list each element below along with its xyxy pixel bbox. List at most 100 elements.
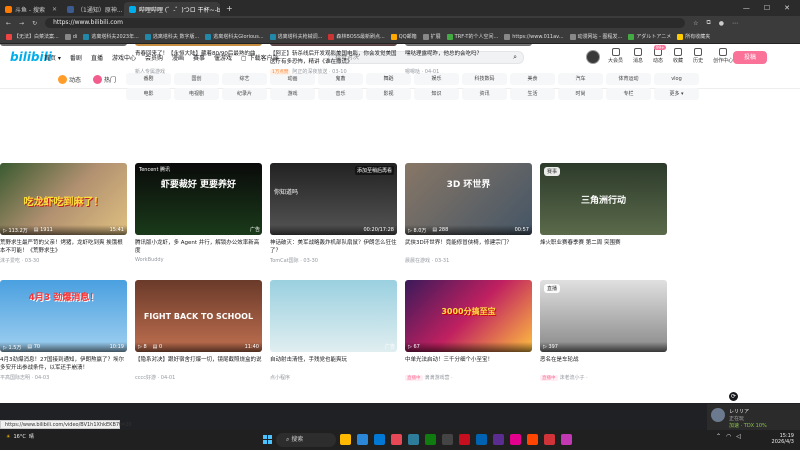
video-owner[interactable]: WorkBuddy xyxy=(135,257,164,263)
video-thumbnail[interactable]: FIGHT BACK TO SCHOOL ▷ 8 ▤ 0 11:40 xyxy=(135,280,262,352)
channel-pill[interactable]: 电影 xyxy=(126,88,171,100)
upload-button[interactable]: 投稿 xyxy=(733,51,767,64)
wifi-icon[interactable]: ◠ xyxy=(726,433,731,440)
nav-item[interactable]: 番剧 xyxy=(70,53,82,62)
bookmark-item[interactable]: 扩展 xyxy=(422,33,441,40)
video-title[interactable]: 腾讯版小龙虾，多 Agent 并行，解锁办公效率新高度 xyxy=(135,239,262,255)
video-owner[interactable]: 沫子爱吃 · 03-30 xyxy=(0,257,39,264)
channel-pill[interactable]: 纪录片 xyxy=(222,88,267,100)
video-thumbnail[interactable] xyxy=(0,44,127,46)
chevron-up-icon[interactable]: ⌃ xyxy=(716,433,721,440)
video-owner[interactable]: 嗯嗯哒 · 04-01 xyxy=(405,68,439,75)
video-card[interactable] xyxy=(0,44,127,46)
close-icon[interactable]: ✕ xyxy=(52,6,57,13)
taskbar-app-icon[interactable] xyxy=(510,434,521,445)
bookmark-item[interactable]: TRF-T的个人空间... xyxy=(446,33,498,40)
refresh-feed-icon[interactable]: ⟳ xyxy=(729,392,738,401)
bookmark-item[interactable]: 所有收藏夹 xyxy=(677,33,710,40)
taskbar-app-icon[interactable] xyxy=(391,434,402,445)
video-thumbnail[interactable]: 三角洲行动 赛事 xyxy=(540,163,667,235)
video-title[interactable]: 中单光法启动！三千分细个小至宝！ xyxy=(405,356,532,372)
video-thumbnail[interactable]: 3000分搞至宝 ▷ 67 xyxy=(405,280,532,352)
channel-pill[interactable]: 专栏 xyxy=(606,88,651,100)
avatar[interactable] xyxy=(586,50,600,64)
video-title[interactable]: 神话破灭：美军战略轰炸机部队扇鼠？伊朗怎么狂住了？ xyxy=(270,239,397,255)
taskbar-app-icon[interactable] xyxy=(357,434,368,445)
video-title[interactable]: 自动射击清怪，手残党也能爽玩 xyxy=(270,356,397,372)
header-creator-button[interactable]: 创作中心 xyxy=(713,48,733,64)
url-field[interactable]: https://www.bilibili.com xyxy=(45,18,686,28)
taskbar-app-icon[interactable] xyxy=(476,434,487,445)
channel-pill[interactable]: 体育运动 xyxy=(606,73,651,85)
header-message-button[interactable]: 消息 xyxy=(633,48,643,64)
video-thumbnail[interactable]: 直播 ▷ 397 xyxy=(540,280,667,352)
video-title[interactable]: 荒野求生最严苛的父亲！烤猪，龙虾吃到爽 挨饿根本不可能！《荒野求生》 xyxy=(0,239,127,255)
video-title[interactable]: 武侠3D环世界！竟能修冒侠椅，修建宗门？ xyxy=(405,239,532,255)
channel-pill[interactable]: 知识 xyxy=(414,88,459,100)
menu-icon[interactable]: ⋯ xyxy=(732,20,738,27)
channel-dynamic[interactable]: 动态 xyxy=(58,75,81,84)
video-owner[interactable]: TomCat国际 · 03-30 xyxy=(270,257,318,264)
weather-widget[interactable]: ☀ 16°C 晴 xyxy=(6,433,34,441)
volume-icon[interactable]: ◁ xyxy=(736,433,741,440)
channel-pill[interactable]: 影视 xyxy=(366,88,411,100)
video-owner[interactable]: 新人专属游戏 xyxy=(135,68,165,75)
nav-item[interactable]: 游戏中心 xyxy=(112,53,136,62)
video-title[interactable]: 嘿哒理露呢昨，他总的会吃吗？ xyxy=(405,50,532,66)
video-title[interactable]: 青春回来了！【永恒大陆】藏着80/90后最熟的曲 xyxy=(135,50,262,66)
taskbar-app-icon[interactable] xyxy=(527,434,538,445)
bookmark-item[interactable]: 动漫网站 - 图程发... xyxy=(569,33,622,40)
new-tab-button[interactable]: + xyxy=(220,4,239,13)
channel-pill[interactable]: 汽车 xyxy=(558,73,603,85)
channel-pill[interactable]: 美食 xyxy=(510,73,555,85)
video-thumbnail[interactable]: ▷ 34.4万▤ 54603:22 xyxy=(405,44,532,46)
watch-later-overlay[interactable]: 添加至稍后再看 xyxy=(354,166,394,175)
channel-pill[interactable]: 游戏 xyxy=(270,88,315,100)
video-title[interactable]: 恶名在是车轮战 xyxy=(540,356,667,372)
header-favorite-button[interactable]: 收藏 xyxy=(673,48,683,64)
tab-genshin[interactable]: （1通知）原神...✕ xyxy=(62,2,124,16)
taskbar-app-icon[interactable] xyxy=(425,434,436,445)
extensions-icon[interactable]: ⧉ xyxy=(706,19,710,27)
video-title[interactable]: 【隐系对决】跟好宿舍打爆一切，镜尾截照烧盒的说 xyxy=(135,356,262,372)
bookmark-item[interactable]: 逃离塔科夫Glorious... xyxy=(205,33,264,40)
video-thumbnail[interactable]: 广告 xyxy=(270,280,397,352)
video-title[interactable]: 【阿正】斩杀线后开发观影美国电影，你会发觉美国医疗有多恐怖，精讲《谁在撒谎》 xyxy=(270,50,397,66)
bookmark-item[interactable]: 森林BOSS最新刷点... xyxy=(328,33,385,40)
video-title[interactable]: 烽火职业赛春季赛 第二周 突围赛 xyxy=(540,239,667,255)
taskbar-app-icon[interactable] xyxy=(561,434,572,445)
video-thumbnail[interactable]: 虾要裁好 更要养好 Tencent 腾讯 广告 xyxy=(135,163,262,235)
taskbar-app-icon[interactable] xyxy=(340,434,351,445)
header-vip-button[interactable]: 大会员 xyxy=(608,48,623,64)
bookmark-item[interactable]: 逃离塔科夫枪械调... xyxy=(269,33,322,40)
video-title[interactable]: 4月3劲爆消息！27国接到通知，伊朗熬赢了？埃尔多安开出参战条件，以军还手崩溃！ xyxy=(0,356,127,372)
taskbar-app-icon[interactable] xyxy=(544,434,555,445)
video-owner[interactable]: 直播中 沫老流小子 · xyxy=(540,374,588,381)
header-dynamic-button[interactable]: 动态 xyxy=(653,48,663,64)
back-icon[interactable]: ← xyxy=(6,20,11,27)
channel-pill[interactable]: 国创 xyxy=(174,73,219,85)
video-thumbnail[interactable]: 4月3 劲爆消息！ ▷ 1.5万 ▤ 70 10:19 xyxy=(0,280,127,352)
bookmark-item[interactable]: https://www.011av... xyxy=(504,33,564,40)
channel-pill[interactable]: 音乐 xyxy=(318,88,363,100)
taskbar-app-icon[interactable] xyxy=(408,434,419,445)
video-owner[interactable]: 1万点赞 阿正的深夜放送 · 03-10 xyxy=(270,68,347,75)
channel-pill[interactable]: 科技数码 xyxy=(462,73,507,85)
clock[interactable]: 15:19 2026/4/3 xyxy=(764,433,794,445)
video-owner[interactable]: 平高国际志明 · 04-03 xyxy=(0,374,49,381)
channel-pill[interactable]: 时尚 xyxy=(558,88,603,100)
taskbar-search[interactable]: ⌕ 搜索 xyxy=(276,433,336,447)
header-history-button[interactable]: 历史 xyxy=(693,48,703,64)
reload-icon[interactable]: ↻ xyxy=(32,20,37,27)
video-owner[interactable]: 晨晨在游戏 · 03-31 xyxy=(405,257,449,264)
bookmark-item[interactable]: QQ邮箱 xyxy=(390,33,417,40)
channel-pill[interactable]: 电视剧 xyxy=(174,88,219,100)
video-owner[interactable]: 直播中 滴滴游戏营 · xyxy=(405,374,453,381)
video-owner[interactable]: cccc好游 · 04-01 xyxy=(135,374,175,381)
tab-bilibili[interactable]: 哔哩哔哩 (゜-゜)つロ 干杯~-bilibili✕ xyxy=(124,2,220,16)
close-window-icon[interactable]: ✕ xyxy=(784,4,790,12)
nav-item[interactable]: 直播 xyxy=(91,53,103,62)
bookmark-item[interactable]: 【无法】白菜法案... xyxy=(6,33,59,40)
video-thumbnail[interactable]: 3D 环世界 ▷ 8.0万 ▤ 288 00:57 xyxy=(405,163,532,235)
channel-pill[interactable]: 生活 xyxy=(510,88,555,100)
